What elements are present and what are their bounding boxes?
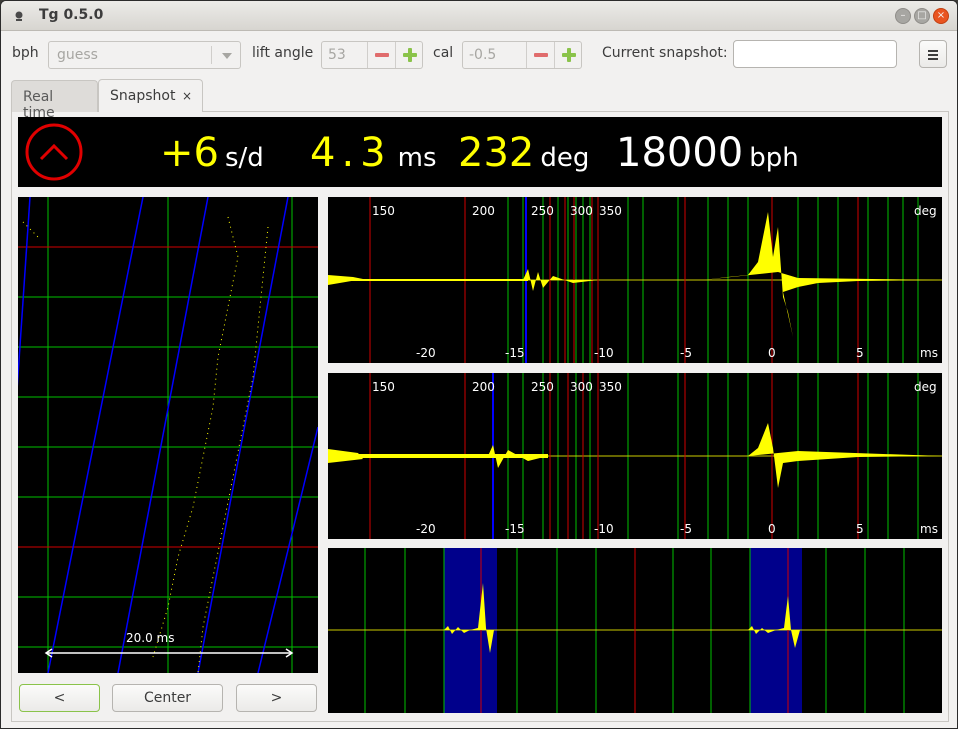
- minus-icon: [375, 53, 389, 57]
- deg-unit: deg: [914, 380, 937, 394]
- window-title: Tg 0.5.0: [39, 7, 104, 23]
- close-icon[interactable]: ×: [933, 8, 949, 24]
- ms-tick: 5: [856, 346, 864, 360]
- center-button[interactable]: Center: [112, 684, 223, 712]
- paperstrip-plot: [18, 197, 318, 673]
- ms-tick: 0: [768, 522, 776, 536]
- tab-real-time[interactable]: Real time: [11, 80, 98, 121]
- current-snapshot-input[interactable]: [733, 40, 897, 68]
- amplitude-readout: 232 deg: [458, 129, 589, 182]
- rate-value: +6: [160, 130, 219, 176]
- beat-error-value: 4.3: [310, 130, 392, 176]
- hamburger-menu-icon[interactable]: [919, 40, 947, 68]
- next-button[interactable]: >: [236, 684, 317, 712]
- ms-tick: -10: [594, 346, 614, 360]
- lift-angle-decrease-button[interactable]: [368, 42, 396, 68]
- deg-unit: deg: [914, 204, 937, 218]
- deg-tick: 200: [472, 204, 495, 218]
- title-bar[interactable]: Tg 0.5.0 – □ ×: [1, 1, 957, 31]
- deg-tick: 150: [372, 380, 395, 394]
- bph-combo[interactable]: guess: [48, 41, 241, 69]
- tic-waveform-plot: [328, 197, 942, 363]
- deg-tick: 300: [570, 204, 593, 218]
- period-waveform-plot: [328, 548, 942, 713]
- paperstrip-panel[interactable]: 20.0 ms: [18, 197, 318, 673]
- deg-tick: 150: [372, 204, 395, 218]
- tic-waveform-panel: 150 200 250 300 350 deg -20 -15 -10 -5 0…: [328, 197, 942, 363]
- ms-tick: -20: [416, 346, 436, 360]
- deg-tick: 350: [599, 204, 622, 218]
- lift-angle-label: lift angle: [252, 45, 314, 61]
- ms-tick: -10: [594, 522, 614, 536]
- ms-tick: -15: [505, 346, 525, 360]
- ms-tick: -15: [505, 522, 525, 536]
- minimize-icon[interactable]: –: [895, 8, 911, 24]
- period-waveform-panel: [328, 548, 942, 713]
- toolbar: bph guess lift angle 53 cal -0.5 Current…: [1, 32, 957, 76]
- rate-unit: s/d: [224, 143, 264, 173]
- tab-snapshot-label: Snapshot: [110, 88, 176, 104]
- cal-increase-button[interactable]: [555, 42, 583, 68]
- minus-icon: [534, 53, 548, 57]
- ms-tick: 5: [856, 522, 864, 536]
- amplitude-unit: deg: [540, 143, 590, 173]
- ms-unit: ms: [920, 346, 938, 360]
- bph-readout-value: 18000: [616, 130, 744, 176]
- tab-snapshot[interactable]: Snapshot ×: [98, 79, 203, 112]
- lift-angle-increase-button[interactable]: [396, 42, 424, 68]
- rate-readout: +6 s/d: [160, 129, 264, 182]
- beat-error-unit: ms: [397, 143, 437, 173]
- tab-close-icon[interactable]: ×: [182, 89, 192, 103]
- ms-tick: -5: [680, 346, 692, 360]
- bph-readout-unit: bph: [749, 143, 799, 173]
- toc-waveform-panel: 150 200 250 300 350 deg -20 -15 -10 -5 0…: [328, 373, 942, 539]
- cal-label: cal: [433, 45, 454, 61]
- prev-button[interactable]: <: [19, 684, 100, 712]
- bph-label: bph: [12, 45, 39, 61]
- amplitude-value: 232: [458, 130, 535, 176]
- bph-combo-value: guess: [57, 47, 98, 63]
- ms-tick: -20: [416, 522, 436, 536]
- app-icon: [15, 11, 23, 21]
- deg-tick: 350: [599, 380, 622, 394]
- chevron-down-icon: [222, 53, 232, 59]
- beat-error-readout: 4.3 ms: [310, 129, 437, 182]
- clock-status-icon: [25, 123, 83, 181]
- deg-tick: 250: [531, 204, 554, 218]
- cal-input[interactable]: -0.5: [463, 42, 527, 68]
- toc-waveform-plot: [328, 373, 942, 539]
- maximize-icon[interactable]: □: [914, 8, 930, 24]
- paperstrip-scale-label: 20.0 ms: [126, 631, 175, 645]
- ms-tick: -5: [680, 522, 692, 536]
- lift-angle-input[interactable]: 53: [322, 42, 368, 68]
- deg-tick: 200: [472, 380, 495, 394]
- cal-spin: -0.5: [462, 41, 582, 69]
- cal-decrease-button[interactable]: [527, 42, 555, 68]
- deg-tick: 250: [531, 380, 554, 394]
- readout-panel: +6 s/d 4.3 ms 232 deg 18000 bph: [18, 117, 942, 187]
- bph-readout: 18000 bph: [616, 129, 799, 182]
- app-window: Tg 0.5.0 – □ × bph guess lift angle 53 c…: [0, 0, 958, 729]
- deg-tick: 300: [570, 380, 593, 394]
- current-snapshot-label: Current snapshot:: [602, 45, 728, 61]
- lift-angle-spin: 53: [321, 41, 423, 69]
- ms-tick: 0: [768, 346, 776, 360]
- ms-unit: ms: [920, 522, 938, 536]
